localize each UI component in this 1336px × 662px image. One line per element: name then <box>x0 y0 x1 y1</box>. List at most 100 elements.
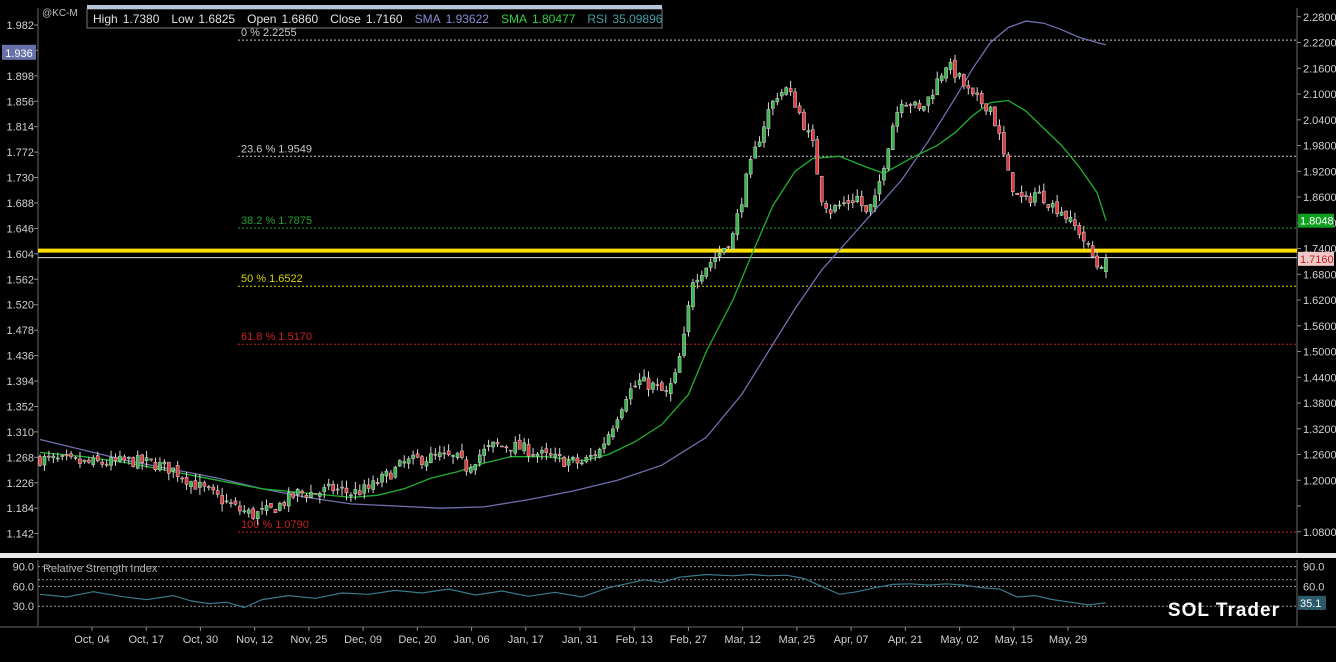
right-tick-label: 1.6200 <box>1303 295 1336 307</box>
candle-body <box>864 205 868 212</box>
info-open-label: Open <box>247 12 276 26</box>
candle-body <box>748 159 753 175</box>
candle-body <box>722 248 726 253</box>
candle-body <box>775 98 780 103</box>
candle-body <box>882 168 886 181</box>
info-bar: High 1.7380 Low 1.6825 Open 1.6860 Close 1.7160… <box>86 5 663 29</box>
candle-body <box>504 446 509 449</box>
candle-body <box>158 462 162 471</box>
left-tick-label: 1.142 <box>6 529 34 541</box>
candle-body <box>708 262 713 268</box>
candle-body <box>286 492 291 507</box>
candle-body <box>495 442 500 445</box>
date-tick-label: Jan, 31 <box>562 634 598 646</box>
candle-body <box>224 500 229 503</box>
candle-body <box>731 233 735 250</box>
candle-body <box>500 445 504 448</box>
candle-body <box>531 454 535 456</box>
candle-body <box>184 476 189 485</box>
candle-body <box>615 419 620 429</box>
candle-body <box>926 96 931 106</box>
candle-body <box>375 482 380 484</box>
price-tag-label: 1.7160 <box>1300 254 1334 266</box>
candle-body <box>975 92 979 95</box>
candle-body <box>220 495 224 505</box>
candle-body <box>1064 210 1068 220</box>
candle-body <box>806 130 811 133</box>
candle-body <box>779 92 784 97</box>
candle-body <box>198 481 202 488</box>
candle-body <box>486 445 491 447</box>
candle-body <box>251 508 255 519</box>
left-tick-label: 1.982 <box>6 20 34 32</box>
candle-body <box>1055 201 1059 215</box>
info-close-value: 1.7160 <box>366 12 403 26</box>
info-high-label: High <box>93 12 118 26</box>
candle-body <box>526 444 531 457</box>
rsi-right-tick-label: 90.0 <box>1303 562 1324 574</box>
candle-body <box>828 209 833 214</box>
candle-body <box>202 482 207 487</box>
candle-body <box>757 141 762 147</box>
left-tick-label: 1.184 <box>6 503 34 515</box>
candle-body <box>131 457 136 468</box>
left-tick-label: 1.730 <box>6 173 34 185</box>
candle-body <box>473 464 478 471</box>
info-rsi-label: RSI <box>587 12 607 26</box>
candle-body <box>366 484 371 489</box>
candle-body <box>593 454 598 457</box>
candle-body <box>47 455 51 458</box>
candle-body <box>1059 211 1064 216</box>
fib-level-label: 23.6 % 1.9549 <box>241 143 312 155</box>
candle-body <box>291 492 295 498</box>
fib-level-label: 50 % 1.6522 <box>241 273 303 285</box>
price-tag-label: 1.8048 <box>1300 216 1334 228</box>
info-open-value: 1.6860 <box>281 12 318 26</box>
candle-body <box>477 454 482 464</box>
candle-body <box>642 376 646 382</box>
left-tick-label: 1.310 <box>6 427 34 439</box>
candle-body <box>189 481 193 487</box>
candle-body <box>566 460 571 466</box>
candle-body <box>180 477 184 480</box>
candle-body <box>917 102 922 109</box>
candle-body <box>522 442 526 452</box>
fib-level-label: 0 % 2.2255 <box>241 27 297 39</box>
candle-body <box>104 463 109 466</box>
candle-body <box>411 454 415 459</box>
right-tick-label: 1.2000 <box>1303 475 1336 487</box>
left-tick-label: 1.688 <box>6 198 34 210</box>
candle-body <box>953 59 957 78</box>
candle-body <box>238 505 242 512</box>
candle-body <box>140 454 144 463</box>
price-chart[interactable]: 1.982 1.898 1.856 1.814 1.772 1.730 1.688 1.646… <box>0 0 1336 662</box>
candle-body <box>1073 219 1077 227</box>
candle-body <box>962 74 966 87</box>
candle-body <box>824 203 828 209</box>
left-highlight-label: 1.936 <box>5 48 33 60</box>
candle-body <box>713 257 717 262</box>
candle-body <box>442 452 446 455</box>
candle-body <box>269 503 273 508</box>
candle-body <box>851 200 855 203</box>
right-tick-label: 1.9800 <box>1303 141 1336 153</box>
date-tick-label: May, 02 <box>940 634 978 646</box>
candle-body <box>193 480 198 490</box>
candle-body <box>859 196 864 207</box>
candle-body <box>264 505 269 512</box>
date-tick-label: Nov, 25 <box>290 634 327 646</box>
candle-body <box>242 510 247 513</box>
date-tick-label: Jan, 17 <box>508 634 544 646</box>
date-tick-label: Mar, 12 <box>724 634 761 646</box>
candle-body <box>895 112 900 127</box>
date-tick-label: Jan, 06 <box>454 634 490 646</box>
candle-body <box>91 457 96 465</box>
candle-body <box>655 384 660 386</box>
candle-body <box>509 449 513 452</box>
candle-body <box>620 409 624 419</box>
candle-body <box>908 104 913 106</box>
rsi-left-tick-label: 30.0 <box>13 601 34 613</box>
candle-body <box>664 390 669 392</box>
right-tick-label: 1.5600 <box>1303 321 1336 333</box>
candle-body <box>966 85 971 89</box>
